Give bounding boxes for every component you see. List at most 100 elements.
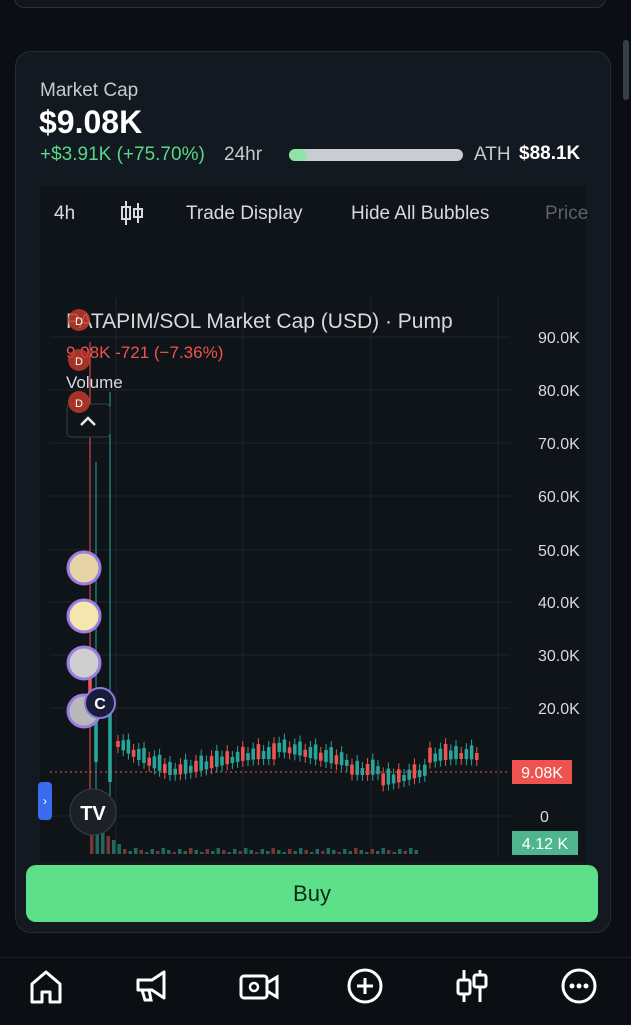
- candle-body: [350, 764, 354, 775]
- volume-bar: [106, 836, 110, 854]
- creator-marker[interactable]: C: [84, 687, 116, 719]
- plus-circle-icon[interactable]: [343, 964, 387, 1008]
- candle-body: [199, 755, 203, 771]
- volume-bar: [205, 849, 209, 854]
- volume-bar: [123, 849, 127, 854]
- ath-label: ATH: [474, 144, 511, 165]
- ath-value: $88.1K: [519, 143, 581, 164]
- volume-tag-label: 4.12 K: [522, 836, 569, 853]
- trade-display-button[interactable]: Trade Display: [186, 203, 303, 225]
- candle-body: [438, 748, 443, 761]
- volume-bar: [161, 848, 165, 854]
- candle-body: [230, 756, 235, 763]
- candle-body: [204, 761, 209, 770]
- candle-body: [428, 747, 432, 763]
- trader-avatar[interactable]: [66, 550, 102, 586]
- candle-type-icon[interactable]: [120, 199, 144, 227]
- candle-body: [137, 748, 141, 760]
- trader-avatar[interactable]: [66, 645, 102, 681]
- candle-body: [360, 767, 365, 775]
- volume-bar: [359, 850, 363, 854]
- volume-bar: [315, 849, 319, 854]
- volume-bar: [139, 850, 143, 854]
- volume-bar: [299, 848, 303, 854]
- volume-bar: [392, 852, 396, 854]
- svg-text:D: D: [75, 398, 83, 410]
- chart-toolbar: 4h Trade Display Hide All Bubbles Price: [40, 186, 588, 242]
- candle-body: [157, 754, 162, 771]
- more-icon[interactable]: [557, 964, 601, 1008]
- chart-candles-icon[interactable]: [450, 964, 494, 1008]
- megaphone-icon[interactable]: [130, 964, 174, 1008]
- trader-avatar[interactable]: [66, 598, 102, 634]
- buy-button[interactable]: Buy: [26, 865, 598, 922]
- volume-bar: [354, 848, 358, 854]
- volume-bar: [293, 851, 297, 854]
- candle-body: [402, 775, 406, 782]
- y-tick-label: 20.0K: [538, 701, 580, 718]
- volume-bar: [145, 852, 149, 854]
- candle-body: [251, 748, 255, 760]
- side-drawer-handle[interactable]: ›: [38, 782, 52, 820]
- market-cap-change: +$3.91K (+75.70%): [40, 144, 205, 165]
- y-tick-label: 70.0K: [538, 436, 580, 453]
- candle-body: [334, 755, 339, 765]
- volume-label: Volume: [66, 373, 123, 392]
- volume-bar: [112, 840, 116, 854]
- candle-body: [454, 746, 458, 760]
- volume-bar: [189, 848, 193, 854]
- volume-bar: [244, 848, 248, 854]
- tradingview-logo[interactable]: TV: [69, 788, 117, 836]
- price-button[interactable]: Price: [545, 203, 588, 225]
- video-icon[interactable]: [237, 964, 281, 1008]
- volume-bar: [337, 852, 341, 854]
- candle-body: [246, 753, 250, 761]
- volume-bar: [200, 852, 204, 854]
- candle-body: [397, 769, 401, 783]
- trade-marker[interactable]: D: [68, 391, 90, 413]
- candle-body: [209, 756, 214, 769]
- candle-body: [324, 749, 328, 762]
- candle-body: [407, 769, 411, 780]
- y-tick-label: 50.0K: [538, 543, 580, 560]
- volume-bar: [233, 849, 237, 854]
- candle-body: [235, 751, 240, 762]
- volume-bar: [321, 851, 325, 854]
- market-cap-period: 24hr: [224, 144, 263, 165]
- candle-body: [121, 740, 125, 751]
- volume-bar: [172, 852, 176, 854]
- candle-body: [459, 753, 463, 760]
- candle-body: [303, 749, 307, 757]
- volume-bar: [222, 850, 226, 854]
- y-tick-label: 80.0K: [538, 383, 580, 400]
- volume-bar: [255, 852, 259, 854]
- scrollbar[interactable]: [623, 40, 629, 100]
- current-price-tag-label: 9.08K: [521, 765, 563, 782]
- volume-bar: [260, 849, 264, 854]
- market-cap-card: Market Cap $9.08K +$3.91K (+75.70%) 24hr…: [15, 51, 611, 933]
- ath-progress-fill: [289, 149, 307, 161]
- candle-body: [168, 761, 172, 775]
- candle-body: [365, 763, 370, 775]
- volume-bar: [381, 848, 385, 854]
- previous-card-edge: [14, 0, 606, 8]
- trade-marker[interactable]: D: [68, 309, 90, 331]
- price-chart[interactable]: 90.0K 80.0K 70.0K 60.0K 50.0K 40.0K 30.0K 20.0K…: [40, 242, 586, 862]
- candle-body: [412, 764, 417, 779]
- volume-bar: [128, 851, 132, 854]
- candle-body: [178, 764, 183, 775]
- interval-button[interactable]: 4h: [54, 203, 75, 225]
- home-icon[interactable]: [24, 964, 68, 1008]
- volume-bar: [150, 849, 154, 854]
- volume-bar: [370, 849, 374, 854]
- candle-body: [449, 750, 453, 760]
- candle-body: [423, 764, 427, 776]
- candle-body: [433, 753, 437, 762]
- trade-marker[interactable]: D: [68, 349, 90, 371]
- candle-body: [241, 746, 245, 761]
- volume-bar: [178, 849, 182, 854]
- volume-bar: [414, 850, 418, 854]
- volume-bar: [326, 848, 330, 854]
- volume-bar: [398, 849, 402, 854]
- hide-bubbles-button[interactable]: Hide All Bubbles: [351, 203, 489, 225]
